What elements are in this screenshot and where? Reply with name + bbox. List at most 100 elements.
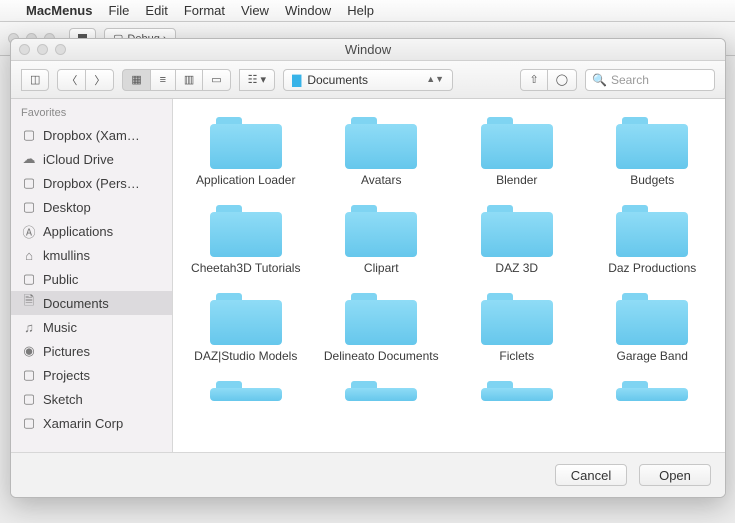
file-item[interactable]: Clipart [317,201,447,275]
menu-window[interactable]: Window [285,3,331,18]
sidebar-item-dropbox-xam-[interactable]: ▢Dropbox (Xam… [11,123,172,147]
file-label: Blender [496,173,537,187]
file-label: Cheetah3D Tutorials [191,261,300,275]
file-label: Avatars [361,173,401,187]
chevron-updown-icon: ▲▼ [426,77,444,82]
tags-button[interactable]: ◯ [547,69,577,91]
menu-format[interactable]: Format [184,3,225,18]
search-input[interactable]: 🔍 Search [585,69,715,91]
sidebar-item-desktop[interactable]: ▢Desktop [11,195,172,219]
file-browser[interactable]: Application Loader Avatars Blender Budgets C… [173,99,725,452]
sidebar-item-icloud-drive[interactable]: ☁iCloud Drive [11,147,172,171]
forward-button[interactable]: 〉 [85,69,114,91]
file-label: Budgets [630,173,674,187]
column-view-button[interactable]: ▥ [175,69,203,91]
sidebar-toggle-group[interactable]: ◫ [21,69,49,91]
file-label: Daz Productions [608,261,696,275]
file-label: Garage Band [617,349,688,363]
music-icon: ♫ [21,320,37,335]
sidebar-item-public[interactable]: ▢Public [11,267,172,291]
share-button[interactable]: ⇧ [520,69,547,91]
folder-icon [616,205,688,257]
folder-icon [481,205,553,257]
window-titlebar: Window [11,39,725,61]
folder-icon [616,293,688,345]
sidebar-item-label: Music [43,320,77,335]
file-item[interactable]: Avatars [317,113,447,187]
sidebar-item-label: Xamarin Corp [43,416,123,431]
file-item[interactable] [317,377,447,401]
menu-help[interactable]: Help [347,3,374,18]
icon-view-button[interactable]: ▦ [122,69,150,91]
path-label: Documents [307,73,368,87]
sidebar-item-kmullins[interactable]: ⌂kmullins [11,243,172,267]
app-name[interactable]: MacMenus [26,3,92,18]
sidebar-item-label: Documents [43,296,109,311]
folder-icon: ▢ [21,175,37,191]
folder-icon: ▢ [21,415,37,431]
folder-icon [210,381,282,401]
sidebar-item-projects[interactable]: ▢Projects [11,363,172,387]
file-item[interactable]: Cheetah3D Tutorials [181,201,311,275]
folder-icon [345,117,417,169]
folder-icon: ▢ [21,391,37,407]
file-item[interactable] [588,377,718,401]
sidebar-item-label: Dropbox (Xam… [43,128,140,143]
gallery-view-button[interactable]: ▭ [202,69,230,91]
file-label: DAZ 3D [495,261,538,275]
sidebar-item-sketch[interactable]: ▢Sketch [11,387,172,411]
open-button[interactable]: Open [639,464,711,486]
sidebar-item-pictures[interactable]: ◉ Pictures [11,339,172,363]
folder-icon [616,381,688,401]
sidebar-item-label: Pictures [43,344,90,359]
sidebar-layout-icon[interactable]: ◫ [21,69,49,91]
home-icon: ⌂ [21,248,37,263]
sidebar-item-applications[interactable]: ⒶApplications [11,219,172,243]
folder-icon: ▢ [21,271,37,287]
window-title: Window [345,42,391,57]
sidebar: Favorites ▢Dropbox (Xam…☁iCloud Drive▢Dr… [11,99,173,452]
group-by-group: ☷ ▾ [239,69,275,91]
group-by-button[interactable]: ☷ ▾ [239,69,275,91]
file-item[interactable]: Budgets [588,113,718,187]
panel-footer: Cancel Open [11,453,725,497]
file-item[interactable]: DAZ|Studio Models [181,289,311,363]
cancel-button[interactable]: Cancel [555,464,627,486]
sidebar-item-xamarin-corp[interactable]: ▢ Xamarin Corp [11,411,172,435]
back-button[interactable]: 〈 [57,69,86,91]
file-item[interactable] [181,377,311,401]
folder-icon [210,117,282,169]
file-item[interactable]: Garage Band [588,289,718,363]
folder-icon [345,381,417,401]
file-item[interactable]: Daz Productions [588,201,718,275]
menu-file[interactable]: File [108,3,129,18]
sidebar-header-favorites: Favorites [11,105,172,123]
search-icon: 🔍 [592,73,607,87]
file-label: Application Loader [196,173,295,187]
sidebar-item-music[interactable]: ♫ Music [11,315,172,339]
file-item[interactable]: DAZ 3D [452,201,582,275]
file-item[interactable]: Delineato Documents [317,289,447,363]
sidebar-item-label: iCloud Drive [43,152,114,167]
sidebar-item-label: Dropbox (Pers… [43,176,140,191]
file-item[interactable] [452,377,582,401]
file-item[interactable]: Application Loader [181,113,311,187]
macos-menubar: MacMenus File Edit Format View Window He… [0,0,735,22]
sidebar-item-documents[interactable]: 🗎Documents [11,291,172,315]
menu-view[interactable]: View [241,3,269,18]
path-popup[interactable]: ▇ Documents ▲▼ [283,69,453,91]
search-placeholder: Search [611,73,649,87]
folder-icon [345,293,417,345]
sidebar-item-dropbox-pers-[interactable]: ▢ Dropbox (Pers… [11,171,172,195]
sidebar-item-label: Desktop [43,200,91,215]
view-mode-group: ▦ ≡ ▥ ▭ [122,69,230,91]
window-traffic-lights[interactable] [19,44,66,55]
camera-icon: ◉ [21,343,37,359]
folder-icon [481,381,553,401]
folder-icon [345,205,417,257]
file-item[interactable]: Blender [452,113,582,187]
list-view-button[interactable]: ≡ [150,69,176,91]
menu-edit[interactable]: Edit [145,3,167,18]
apps-icon: Ⓐ [21,222,37,241]
file-item[interactable]: Ficlets [452,289,582,363]
